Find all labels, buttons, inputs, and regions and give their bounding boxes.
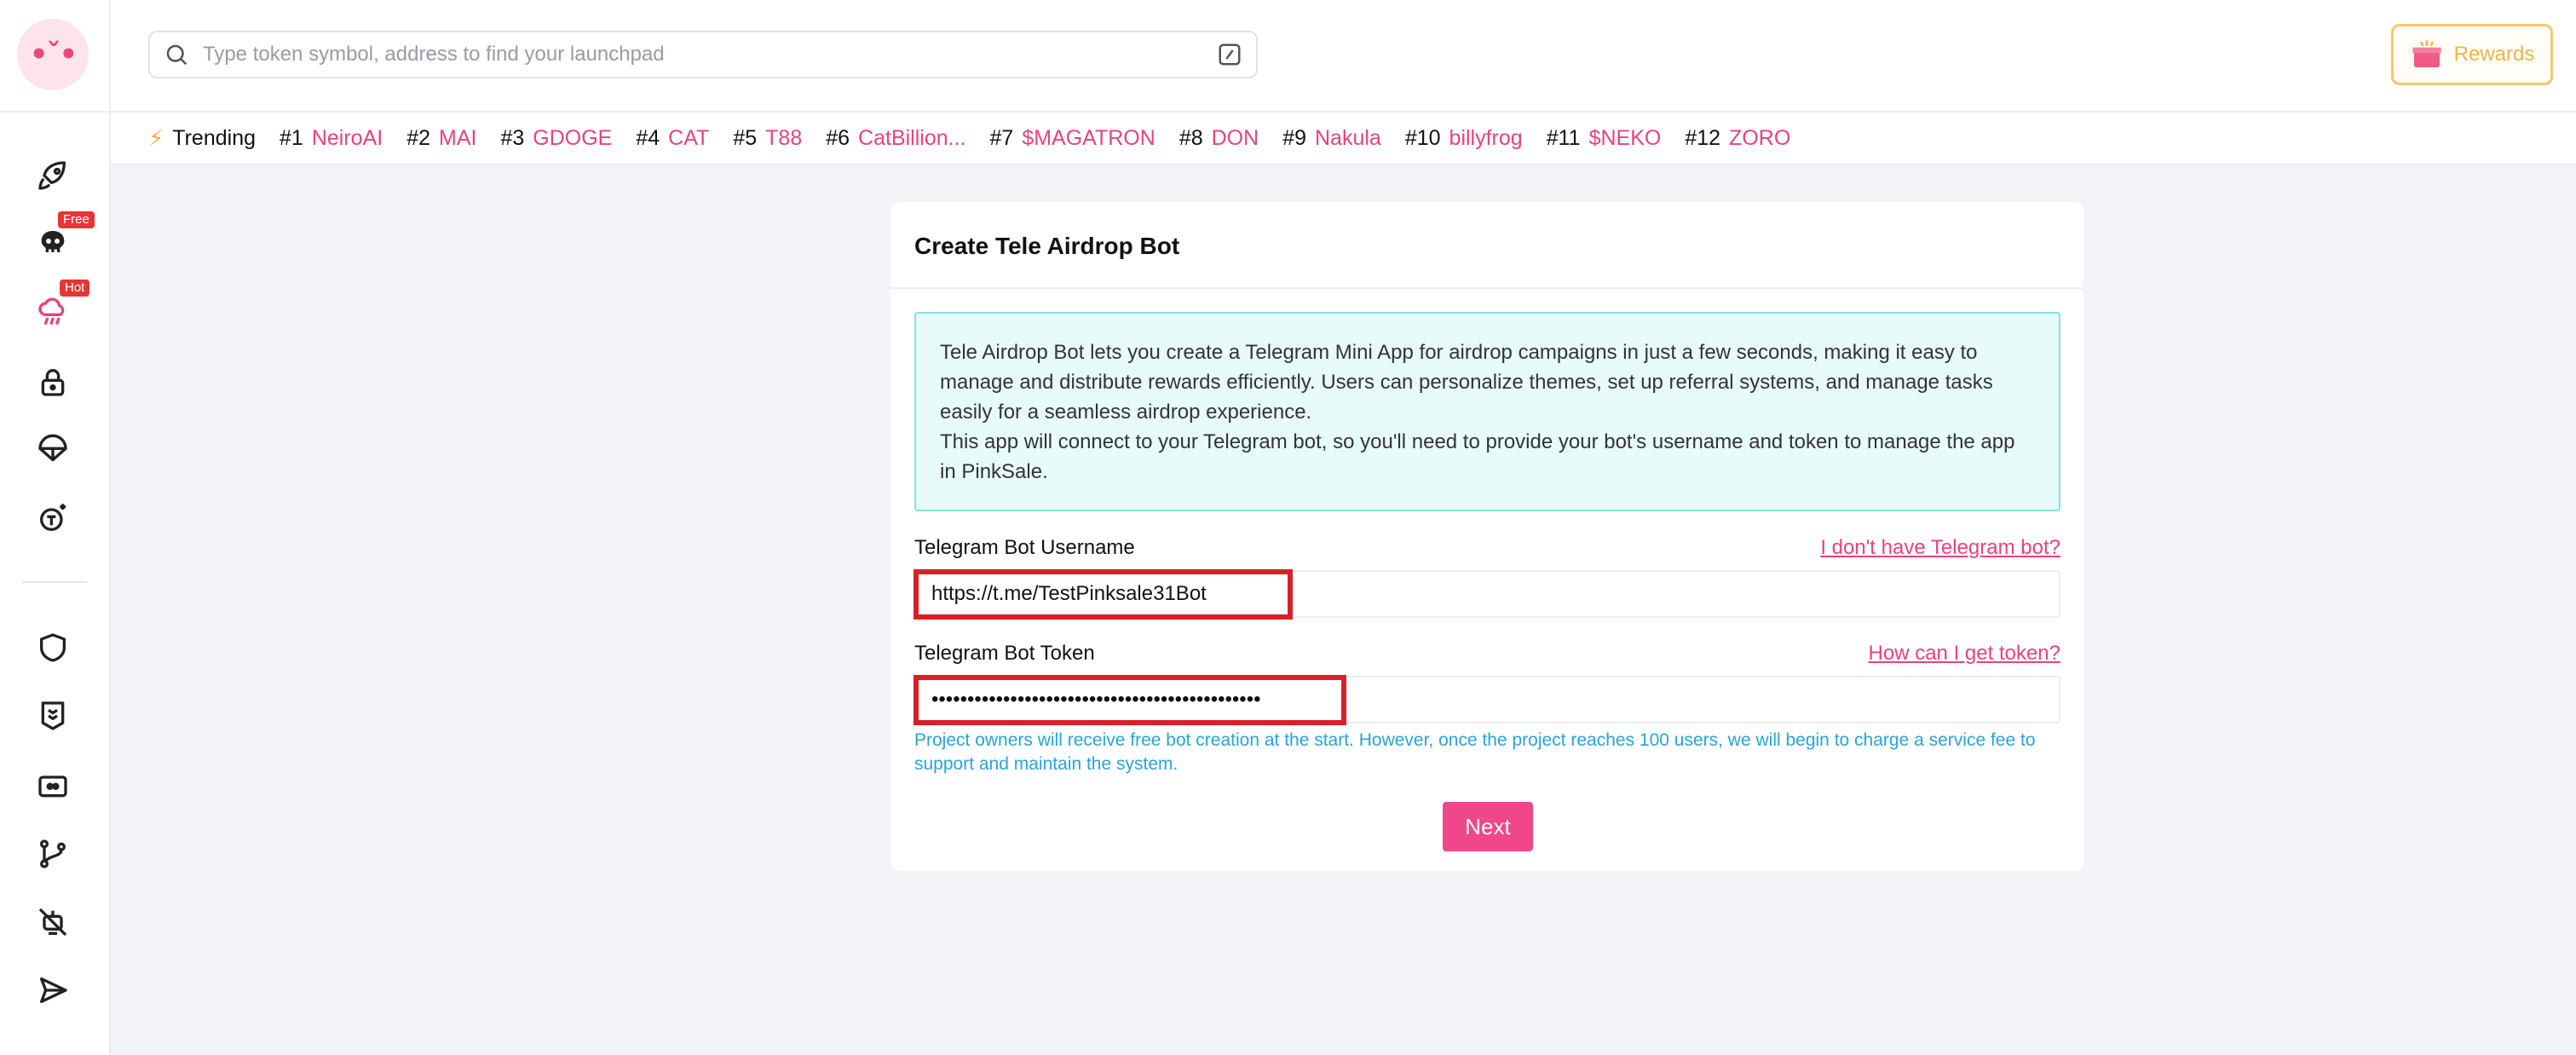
trending-item[interactable]: #6 CatBillion... [826,126,965,151]
token-sparkle-icon[interactable] [32,498,73,539]
parachute-icon[interactable] [32,429,73,470]
no-robot-icon[interactable] [32,902,73,943]
trending-item[interactable]: #1 NeiroAI [279,126,383,151]
trending-item[interactable]: #5 T88 [733,126,802,151]
shield-icon[interactable] [32,627,73,668]
lock-icon[interactable] [32,361,73,402]
trending-item[interactable]: #12 ZORO [1685,126,1790,151]
rocket-icon[interactable] [32,155,73,196]
username-label: Telegram Bot Username [914,536,1135,559]
search-bar[interactable] [148,31,1258,78]
highlight-box [913,569,1293,620]
logo-face-icon: •ˇ• [29,37,78,72]
no-bot-help-link[interactable]: I don't have Telegram bot? [1820,536,2060,560]
trending-item[interactable]: #7 $MAGATRON [990,126,1155,151]
info-text: Tele Airdrop Bot lets you create a Teleg… [940,341,1993,424]
trending-item[interactable]: #8 DON [1179,126,1259,151]
top-header: Rewards [111,0,2576,112]
pinksale-logo[interactable]: •ˇ• [17,19,89,90]
trending-item[interactable]: #4 CAT [636,126,709,151]
branch-icon[interactable] [32,833,73,874]
search-input[interactable] [201,42,1217,67]
next-button[interactable]: Next [1443,802,1533,851]
token-label: Telegram Bot Token [914,642,1095,665]
card-divider [890,287,2083,289]
lightning-icon: ⚡ [148,124,164,151]
sidebar-divider [0,111,111,112]
service-fee-note: Project owners will receive free bot cre… [914,730,2036,774]
gift-icon [2412,40,2441,67]
info-box: Tele Airdrop Bot lets you create a Teleg… [914,312,2060,511]
sidebar-divider [22,581,87,583]
rewards-label: Rewards [2453,43,2535,66]
rewards-button[interactable]: Rewards [2391,24,2553,85]
search-icon [166,44,187,66]
trending-item[interactable]: #2 MAI [406,126,476,151]
send-icon[interactable] [32,970,73,1011]
sidebar: •ˇ• Free Hot [0,0,111,1055]
free-badge: Free [58,211,95,228]
skull-icon[interactable] [32,223,73,264]
trending-label: Trending [172,125,256,150]
create-bot-card: Create Tele Airdrop Bot Tele Airdrop Bot… [890,202,2083,871]
slash-shortcut-icon [1219,43,1241,66]
token-help-link[interactable]: How can I get token? [1869,642,2060,666]
trending-item[interactable]: #10 billyfrog [1405,126,1523,151]
rain-cloud-icon[interactable] [32,291,73,332]
hot-badge: Hot [60,280,90,297]
trending-bar: ⚡ Trending #1 NeiroAI #2 MAI #3 GDOGE #4 CAT… [111,112,2576,165]
highlight-box [913,675,1346,725]
id-card-icon[interactable] [32,765,73,806]
info-text: This app will connect to your Telegram b… [940,430,2015,483]
trending-item[interactable]: #3 GDOGE [500,126,612,151]
badge-icon[interactable] [32,695,73,736]
trending-item[interactable]: #11 $NEKO [1547,126,1662,151]
trending-item[interactable]: #9 Nakula [1282,126,1381,151]
page-title: Create Tele Airdrop Bot [914,233,1180,259]
